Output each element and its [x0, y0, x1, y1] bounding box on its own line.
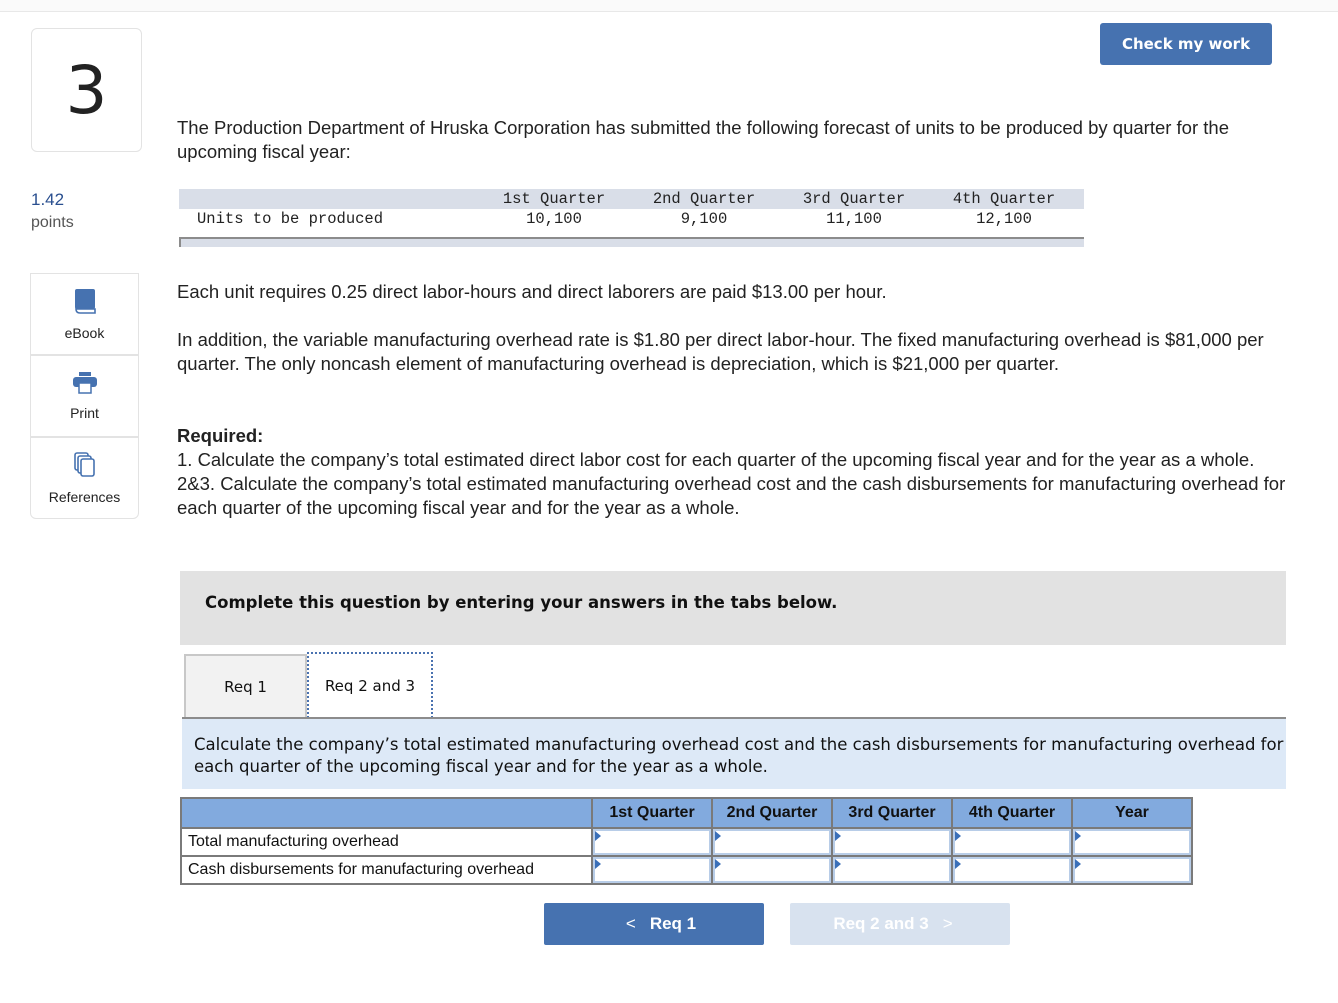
cash-disb-q3-input[interactable]: [833, 857, 951, 883]
printer-icon: [72, 371, 98, 397]
units-value-q2: 9,100: [680, 210, 728, 228]
units-table-footer: [179, 237, 1084, 247]
problem-intro: The Production Department of Hruska Corp…: [177, 117, 1229, 162]
next-req-button[interactable]: Req 2 and 3 >: [790, 903, 1010, 945]
units-header-q3: 3rd Quarter: [802, 190, 906, 208]
tab-req-2-and-3[interactable]: Req 2 and 3: [307, 652, 433, 718]
requirement-description-text: Calculate the company’s total estimated …: [194, 735, 1284, 776]
input-flag-icon: [1075, 831, 1081, 841]
check-my-work-button[interactable]: Check my work: [1100, 23, 1272, 65]
units-header-q4: 4th Quarter: [952, 190, 1056, 208]
total-overhead-q4-input[interactable]: [953, 829, 1071, 855]
answer-table-header: 1st Quarter 2nd Quarter 3rd Quarter 4th …: [180, 797, 1193, 829]
ebook-label: eBook: [64, 324, 105, 341]
units-table-header: 1st Quarter 2nd Quarter 3rd Quarter 4th …: [179, 189, 1084, 209]
cash-disb-q1-input[interactable]: [593, 857, 711, 883]
total-overhead-q3-input[interactable]: [833, 829, 951, 855]
print-label: Print: [70, 404, 99, 421]
units-value-q1: 10,100: [526, 210, 582, 228]
overhead-text: In addition, the variable manufacturing …: [177, 329, 1264, 374]
ebook-button[interactable]: eBook: [30, 273, 139, 355]
cash-disb-year-input[interactable]: [1073, 857, 1191, 883]
points-value: 1.42: [31, 190, 65, 209]
answer-header-year: Year: [1071, 797, 1193, 829]
answer-header-q4: 4th Quarter: [951, 797, 1073, 829]
instructions-box: Complete this question by entering your …: [180, 571, 1286, 645]
units-value-q3: 11,100: [826, 210, 882, 228]
input-flag-icon: [595, 831, 601, 841]
next-req-label: Req 2 and 3: [833, 914, 929, 933]
required-2-3: 2&3. Calculate the company’s total estim…: [177, 473, 1286, 518]
prev-req-button[interactable]: < Req 1: [544, 903, 764, 945]
units-row-label: Units to be produced: [197, 210, 384, 228]
table-row: Total manufacturing overhead: [180, 827, 1193, 857]
prev-req-label: Req 1: [649, 914, 697, 933]
input-flag-icon: [835, 831, 841, 841]
side-tools: eBook Print References: [30, 273, 139, 519]
table-row: Cash disbursements for manufacturing ove…: [180, 855, 1193, 885]
input-flag-icon: [715, 831, 721, 841]
required-heading: Required:: [177, 425, 264, 446]
units-table-row: Units to be produced 10,100 9,100 11,100…: [179, 209, 1084, 231]
top-bar: [0, 0, 1338, 12]
labor-text: Each unit requires 0.25 direct labor-hou…: [177, 281, 887, 302]
references-icon: [73, 451, 97, 481]
chevron-left-icon: <: [625, 914, 636, 933]
input-flag-icon: [1075, 859, 1081, 869]
answer-header-q2: 2nd Quarter: [711, 797, 833, 829]
input-flag-icon: [595, 859, 601, 869]
instructions-text: Complete this question by entering your …: [205, 593, 838, 612]
total-overhead-q1-input[interactable]: [593, 829, 711, 855]
cash-disb-q4-input[interactable]: [953, 857, 1071, 883]
answer-header-blank: [180, 797, 593, 829]
print-button[interactable]: Print: [30, 355, 139, 437]
row-label-total-overhead: Total manufacturing overhead: [180, 827, 593, 857]
input-flag-icon: [835, 859, 841, 869]
tab-bar: Req 1 Req 2 and 3: [184, 652, 433, 718]
total-overhead-q2-input[interactable]: [713, 829, 831, 855]
chevron-right-icon: >: [942, 914, 953, 933]
input-flag-icon: [955, 859, 961, 869]
tab-req-1[interactable]: Req 1: [184, 654, 307, 718]
question-number: 3: [31, 28, 142, 152]
answer-table: 1st Quarter 2nd Quarter 3rd Quarter 4th …: [180, 797, 1193, 885]
points-label: points: [31, 214, 74, 231]
units-header-blank: [179, 189, 479, 209]
units-value-q4: 12,100: [976, 210, 1032, 228]
input-flag-icon: [955, 831, 961, 841]
references-button[interactable]: References: [30, 437, 139, 519]
required-section: Required: 1. Calculate the company’s tot…: [177, 424, 1287, 520]
cash-disb-q2-input[interactable]: [713, 857, 831, 883]
total-overhead-year-input[interactable]: [1073, 829, 1191, 855]
requirement-description: Calculate the company’s total estimated …: [182, 719, 1286, 789]
answer-header-q3: 3rd Quarter: [831, 797, 953, 829]
units-table: 1st Quarter 2nd Quarter 3rd Quarter 4th …: [179, 189, 1084, 247]
book-icon: [73, 288, 97, 317]
required-1: 1. Calculate the company’s total estimat…: [177, 449, 1255, 470]
input-flag-icon: [715, 859, 721, 869]
units-header-q2: 2nd Quarter: [652, 190, 756, 208]
answer-header-q1: 1st Quarter: [591, 797, 713, 829]
references-label: References: [48, 488, 121, 505]
row-label-cash-disbursements: Cash disbursements for manufacturing ove…: [180, 855, 593, 885]
units-header-q1: 1st Quarter: [502, 190, 606, 208]
